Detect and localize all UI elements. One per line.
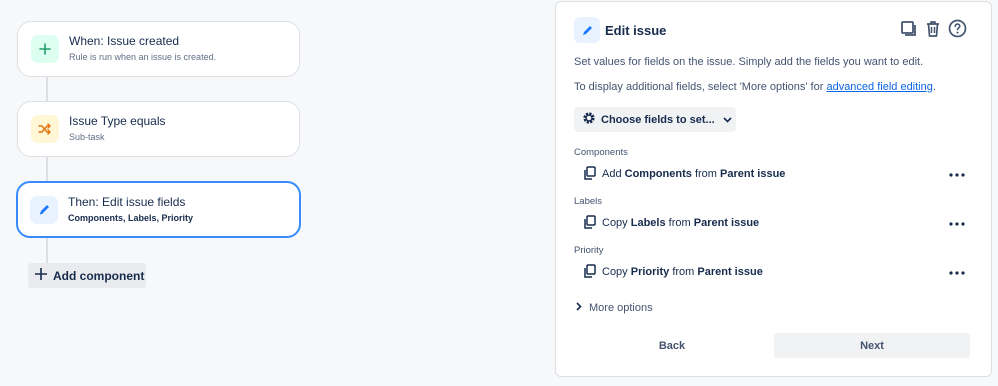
pencil-icon	[30, 195, 58, 224]
gear-icon	[582, 111, 596, 128]
field-source: Parent issue	[697, 266, 763, 278]
condition-title: Issue Type equals	[69, 114, 166, 128]
chevron-down-icon	[723, 114, 732, 126]
more-actions-icon[interactable]	[949, 217, 965, 229]
field-row-priority: Copy Priority from Parent issue	[584, 263, 965, 281]
copy-icon	[584, 214, 596, 232]
plus-icon	[35, 268, 47, 283]
panel-title: Edit issue	[605, 22, 667, 38]
trigger-card[interactable]: When: Issue created Rule is run when an …	[17, 21, 300, 77]
advanced-field-editing-link[interactable]: advanced field editing	[826, 81, 932, 93]
field-name: Priority	[630, 266, 670, 278]
panel-additional-text: To display additional fields, select 'Mo…	[574, 81, 936, 93]
field-name: Labels	[630, 217, 666, 229]
choose-fields-label: Choose fields to set...	[601, 113, 715, 126]
field-from: from	[672, 266, 695, 278]
condition-card[interactable]: Issue Type equals Sub-task	[17, 101, 300, 157]
next-button[interactable]: Next	[774, 333, 970, 358]
choose-fields-dropdown[interactable]: Choose fields to set...	[574, 107, 736, 132]
field-row-labels: Copy Labels from Parent issue	[584, 214, 965, 232]
field-row-components: Add Components from Parent issue	[584, 165, 965, 183]
pencil-icon	[574, 17, 600, 43]
chevron-right-icon	[576, 302, 582, 314]
trigger-title: When: Issue created	[69, 34, 180, 48]
back-button[interactable]: Back	[574, 333, 770, 358]
more-options-label: More options	[589, 302, 653, 314]
panel-description: Set values for fields on the issue. Simp…	[574, 56, 924, 68]
shuffle-icon	[31, 115, 59, 143]
additional-prefix: To display additional fields, select 'Mo…	[574, 81, 827, 93]
copy-icon	[584, 263, 596, 281]
more-options-toggle[interactable]: More options	[576, 302, 653, 314]
field-label-labels: Labels	[574, 196, 602, 207]
add-component-label: Add component	[53, 268, 145, 283]
field-name: Components	[624, 168, 692, 180]
help-icon[interactable]	[948, 19, 967, 43]
condition-subtitle: Sub-task	[69, 132, 105, 142]
field-from: from	[668, 217, 691, 229]
field-label-priority: Priority	[574, 245, 604, 256]
field-verb: Copy	[602, 266, 628, 278]
trigger-subtitle: Rule is run when an issue is created.	[69, 52, 217, 62]
edit-issue-panel: Edit issue Set values for fields on the …	[555, 1, 992, 377]
more-actions-icon[interactable]	[949, 266, 965, 278]
field-verb: Copy	[602, 217, 628, 229]
additional-suffix: .	[932, 81, 936, 93]
field-verb: Add	[602, 168, 622, 180]
field-source: Parent issue	[693, 217, 760, 229]
panel-header: Edit issue	[574, 17, 666, 43]
trash-icon[interactable]	[924, 20, 942, 43]
panel-actions	[900, 19, 967, 43]
action-subtitle: Components, Labels, Priority	[68, 212, 194, 223]
action-title: Then: Edit issue fields	[68, 194, 186, 209]
plus-icon	[31, 35, 59, 63]
more-actions-icon[interactable]	[949, 168, 965, 180]
duplicate-icon[interactable]	[900, 20, 918, 43]
field-from: from	[694, 168, 717, 180]
copy-icon	[584, 165, 596, 183]
add-component-button[interactable]: Add component	[28, 263, 146, 288]
field-label-components: Components	[574, 147, 628, 158]
action-card[interactable]: Then: Edit issue fields Components, Labe…	[16, 181, 301, 238]
field-source: Parent issue	[720, 168, 786, 180]
